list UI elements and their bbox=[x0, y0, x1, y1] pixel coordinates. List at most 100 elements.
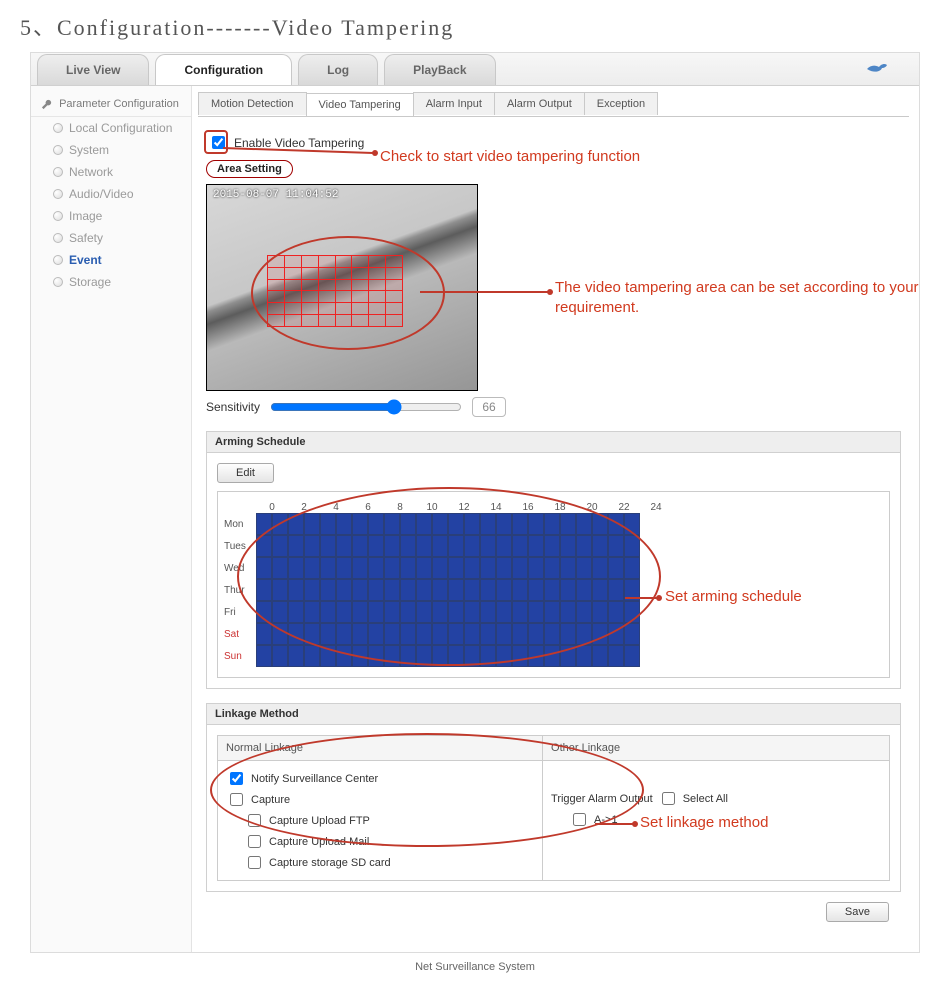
schedule-cell[interactable] bbox=[256, 557, 272, 579]
schedule-cell[interactable] bbox=[496, 513, 512, 535]
schedule-cell[interactable] bbox=[464, 579, 480, 601]
schedule-cell[interactable] bbox=[368, 645, 384, 667]
schedule-cell[interactable] bbox=[608, 645, 624, 667]
schedule-cell[interactable] bbox=[592, 645, 608, 667]
schedule-cell[interactable] bbox=[448, 645, 464, 667]
schedule-cell[interactable] bbox=[544, 513, 560, 535]
schedule-cell[interactable] bbox=[256, 601, 272, 623]
schedule-cell[interactable] bbox=[448, 557, 464, 579]
schedule-cell[interactable] bbox=[256, 623, 272, 645]
schedule-cell[interactable] bbox=[352, 601, 368, 623]
schedule-cell[interactable] bbox=[480, 513, 496, 535]
schedule-cell[interactable] bbox=[576, 579, 592, 601]
schedule-cell[interactable] bbox=[272, 513, 288, 535]
schedule-cell[interactable] bbox=[368, 623, 384, 645]
schedule-cell[interactable] bbox=[448, 623, 464, 645]
schedule-cell[interactable] bbox=[304, 623, 320, 645]
schedule-cell[interactable] bbox=[560, 601, 576, 623]
schedule-cell[interactable] bbox=[352, 579, 368, 601]
schedule-cell[interactable] bbox=[528, 535, 544, 557]
main-tab-log[interactable]: Log bbox=[298, 54, 378, 85]
sidebar-item-local-configuration[interactable]: Local Configuration bbox=[31, 117, 191, 139]
schedule-cell[interactable] bbox=[400, 623, 416, 645]
schedule-cell[interactable] bbox=[592, 579, 608, 601]
schedule-cell[interactable] bbox=[384, 601, 400, 623]
schedule-cell[interactable] bbox=[480, 535, 496, 557]
schedule-cell[interactable] bbox=[400, 645, 416, 667]
schedule-cell[interactable] bbox=[560, 645, 576, 667]
schedule-cell[interactable] bbox=[528, 557, 544, 579]
schedule-cell[interactable] bbox=[304, 557, 320, 579]
schedule-cell[interactable] bbox=[576, 535, 592, 557]
schedule-cell[interactable] bbox=[608, 601, 624, 623]
schedule-cell[interactable] bbox=[304, 579, 320, 601]
schedule-cell[interactable] bbox=[320, 557, 336, 579]
schedule-cell[interactable] bbox=[416, 557, 432, 579]
schedule-cell[interactable] bbox=[528, 601, 544, 623]
schedule-cell[interactable] bbox=[464, 535, 480, 557]
schedule-cell[interactable] bbox=[512, 601, 528, 623]
sidebar-item-storage[interactable]: Storage bbox=[31, 271, 191, 293]
sidebar-item-safety[interactable]: Safety bbox=[31, 227, 191, 249]
sidebar-item-network[interactable]: Network bbox=[31, 161, 191, 183]
sidebar-item-audio-video[interactable]: Audio/Video bbox=[31, 183, 191, 205]
schedule-cell[interactable] bbox=[528, 645, 544, 667]
schedule-cell[interactable] bbox=[320, 513, 336, 535]
sub-tab-alarm-output[interactable]: Alarm Output bbox=[494, 92, 585, 115]
schedule-cell[interactable] bbox=[400, 513, 416, 535]
schedule-cell[interactable] bbox=[256, 513, 272, 535]
schedule-cell[interactable] bbox=[352, 513, 368, 535]
schedule-cell[interactable] bbox=[304, 535, 320, 557]
schedule-cell[interactable] bbox=[432, 535, 448, 557]
schedule-cell[interactable] bbox=[624, 601, 640, 623]
schedule-cell[interactable] bbox=[480, 579, 496, 601]
schedule-cell[interactable] bbox=[624, 557, 640, 579]
schedule-cell[interactable] bbox=[384, 645, 400, 667]
schedule-cell[interactable] bbox=[448, 535, 464, 557]
schedule-cell[interactable] bbox=[352, 557, 368, 579]
sub-tab-video-tampering[interactable]: Video Tampering bbox=[306, 93, 414, 116]
schedule-cell[interactable] bbox=[576, 557, 592, 579]
schedule-cell[interactable] bbox=[496, 535, 512, 557]
sidebar-item-system[interactable]: System bbox=[31, 139, 191, 161]
schedule-cell[interactable] bbox=[336, 513, 352, 535]
schedule-cell[interactable] bbox=[576, 601, 592, 623]
enable-video-tampering-checkbox[interactable] bbox=[212, 136, 225, 149]
schedule-cell[interactable] bbox=[256, 645, 272, 667]
schedule-cell[interactable] bbox=[256, 579, 272, 601]
schedule-cell[interactable] bbox=[416, 579, 432, 601]
schedule-cell[interactable] bbox=[416, 535, 432, 557]
schedule-cell[interactable] bbox=[512, 623, 528, 645]
schedule-cell[interactable] bbox=[624, 579, 640, 601]
schedule-cell[interactable] bbox=[368, 535, 384, 557]
schedule-cell[interactable] bbox=[464, 601, 480, 623]
schedule-cell[interactable] bbox=[256, 535, 272, 557]
schedule-cell[interactable] bbox=[336, 623, 352, 645]
schedule-cell[interactable] bbox=[560, 623, 576, 645]
linkage-checkbox[interactable] bbox=[248, 835, 261, 848]
schedule-cell[interactable] bbox=[624, 623, 640, 645]
schedule-cell[interactable] bbox=[544, 579, 560, 601]
sidebar-item-event[interactable]: Event bbox=[31, 249, 191, 271]
schedule-cell[interactable] bbox=[288, 601, 304, 623]
schedule-cell[interactable] bbox=[432, 557, 448, 579]
schedule-cell[interactable] bbox=[496, 645, 512, 667]
schedule-cell[interactable] bbox=[352, 535, 368, 557]
schedule-cell[interactable] bbox=[528, 579, 544, 601]
schedule-cell[interactable] bbox=[288, 557, 304, 579]
schedule-cell[interactable] bbox=[608, 623, 624, 645]
schedule-cell[interactable] bbox=[432, 513, 448, 535]
sensitivity-slider[interactable] bbox=[270, 399, 462, 415]
schedule-cell[interactable] bbox=[592, 535, 608, 557]
schedule-cell[interactable] bbox=[544, 557, 560, 579]
schedule-cell[interactable] bbox=[544, 535, 560, 557]
schedule-cell[interactable] bbox=[480, 601, 496, 623]
schedule-cell[interactable] bbox=[624, 513, 640, 535]
schedule-cell[interactable] bbox=[400, 535, 416, 557]
schedule-cell[interactable] bbox=[512, 535, 528, 557]
schedule-cell[interactable] bbox=[416, 513, 432, 535]
schedule-cell[interactable] bbox=[272, 601, 288, 623]
select-all-checkbox[interactable] bbox=[662, 792, 675, 805]
edit-button[interactable]: Edit bbox=[217, 463, 274, 483]
schedule-cell[interactable] bbox=[384, 623, 400, 645]
